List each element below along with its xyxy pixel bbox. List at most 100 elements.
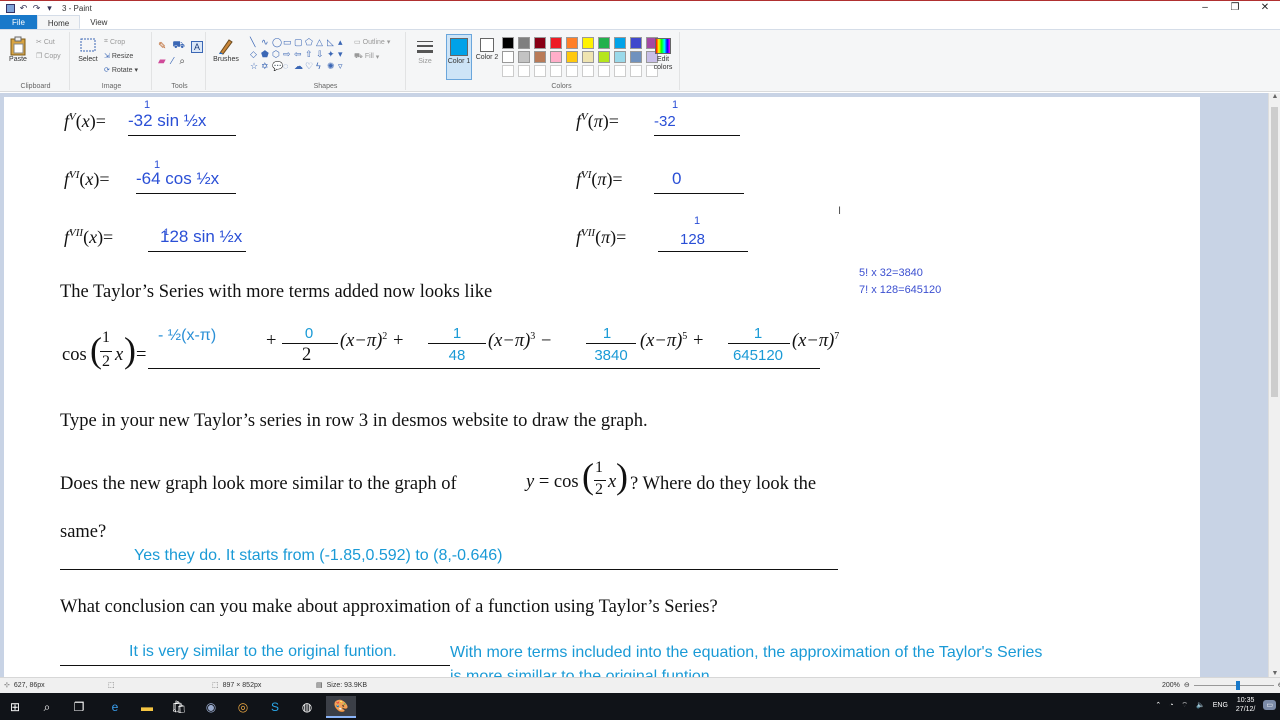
- oval-callout-shape-icon[interactable]: ◌: [283, 61, 293, 71]
- diamond-shape-icon[interactable]: ◇: [250, 49, 260, 59]
- copy-button[interactable]: ❐ Copy: [36, 52, 61, 61]
- hexagon-shape-icon[interactable]: ⬡: [272, 49, 282, 59]
- polygon-shape-icon[interactable]: ⬠: [305, 37, 315, 47]
- color-swatch[interactable]: [630, 51, 642, 63]
- tray-chevron-icon[interactable]: ⌃: [1155, 701, 1161, 709]
- right-triangle-shape-icon[interactable]: ◺: [327, 37, 337, 47]
- four-point-star-shape-icon[interactable]: ✦: [327, 49, 337, 59]
- color-swatch[interactable]: [614, 51, 626, 63]
- custom-color-slot[interactable]: [534, 65, 546, 77]
- line-shape-icon[interactable]: ╲: [250, 37, 260, 47]
- scroll-up-icon[interactable]: ▴: [338, 37, 348, 47]
- magnifier-icon[interactable]: ⌕: [179, 56, 185, 67]
- color-swatch[interactable]: [534, 37, 546, 49]
- file-explorer-icon[interactable]: ▬: [132, 696, 162, 718]
- color-swatch[interactable]: [502, 37, 514, 49]
- fill-dropdown[interactable]: ⛟ Fill ▾: [354, 52, 379, 61]
- rectangle-shape-icon[interactable]: ▭: [283, 37, 293, 47]
- color-swatch[interactable]: [534, 51, 546, 63]
- star-burst-shape-icon[interactable]: ✺: [327, 61, 337, 71]
- skype-icon[interactable]: S: [260, 696, 290, 718]
- paste-button[interactable]: Paste: [6, 36, 30, 64]
- curve-shape-icon[interactable]: ∿: [261, 37, 271, 47]
- pencil-icon[interactable]: ✎: [158, 41, 166, 52]
- vertical-scrollbar[interactable]: ▲ ▼: [1268, 93, 1280, 677]
- cut-button[interactable]: ✂ Cut: [36, 38, 55, 47]
- up-arrow-shape-icon[interactable]: ⇧: [305, 49, 315, 59]
- scroll-down-icon[interactable]: ▾: [338, 49, 348, 59]
- lightning-shape-icon[interactable]: ϟ: [316, 61, 326, 71]
- task-view-icon[interactable]: ❐: [64, 696, 94, 718]
- zoom-slider-thumb[interactable]: [1235, 680, 1240, 690]
- outline-dropdown[interactable]: ▭ Outline ▾: [354, 38, 390, 47]
- network-icon[interactable]: ◔: [1169, 702, 1173, 709]
- scrollbar-thumb[interactable]: [1271, 107, 1278, 397]
- windows-start-icon[interactable]: ⊞: [0, 696, 30, 718]
- crop-button[interactable]: ⌗ Crop: [104, 38, 125, 46]
- minimize-button[interactable]: –: [1190, 1, 1220, 15]
- save-icon[interactable]: [6, 3, 15, 13]
- edit-colors-button[interactable]: Edit colors: [649, 38, 677, 72]
- close-button[interactable]: ✕: [1250, 1, 1280, 15]
- color-swatch[interactable]: [518, 37, 530, 49]
- color-swatch[interactable]: [582, 37, 594, 49]
- redo-icon[interactable]: ↷: [32, 3, 41, 13]
- scroll-down-icon[interactable]: ▼: [1269, 670, 1280, 677]
- brushes-button[interactable]: Brushes: [212, 36, 240, 64]
- color-swatch[interactable]: [550, 37, 562, 49]
- paint-taskbar-icon[interactable]: 🎨: [326, 696, 356, 718]
- size-button[interactable]: Size: [411, 38, 439, 66]
- five-point-star-shape-icon[interactable]: ☆: [250, 61, 260, 71]
- fill-bucket-icon[interactable]: ⛟: [172, 40, 185, 53]
- custom-color-slot[interactable]: [502, 65, 514, 77]
- app-icon[interactable]: ◍: [292, 696, 322, 718]
- custom-color-slot[interactable]: [614, 65, 626, 77]
- search-icon[interactable]: ⌕: [32, 696, 62, 718]
- heart-shape-icon[interactable]: ♡: [305, 61, 315, 71]
- eraser-icon[interactable]: ▰: [158, 56, 166, 67]
- custom-color-slot[interactable]: [582, 65, 594, 77]
- color-swatch[interactable]: [566, 37, 578, 49]
- volume-icon[interactable]: 🔈: [1196, 701, 1205, 709]
- shapes-gallery[interactable]: ╲ ∿ ◯ ▭ ▢ ⬠ △ ◺ ▴ ◇ ⬟ ⬡ ⇨ ⇦ ⇧ ⇩ ✦ ▾ ☆ ✡ 💬 ◌ ☁ ♡ ϟ ✺ ▿: [250, 37, 348, 71]
- triangle-shape-icon[interactable]: △: [316, 37, 326, 47]
- six-point-star-shape-icon[interactable]: ✡: [261, 61, 271, 71]
- chrome-icon[interactable]: ◎: [228, 696, 258, 718]
- custom-color-slot[interactable]: [598, 65, 610, 77]
- clock[interactable]: 10:35 27/12/: [1236, 696, 1255, 714]
- color-swatch[interactable]: [502, 51, 514, 63]
- down-arrow-shape-icon[interactable]: ⇩: [316, 49, 326, 59]
- rounded-callout-shape-icon[interactable]: 💬: [272, 61, 283, 71]
- drawing-canvas[interactable]: fV(x)= 1 -32 sin ½x fV(π)= 1 -32 fVI(x)=…: [4, 97, 1200, 677]
- notifications-icon[interactable]: ▭: [1263, 700, 1276, 710]
- zoom-slider[interactable]: [1193, 680, 1274, 690]
- custom-color-slot[interactable]: [630, 65, 642, 77]
- cloud-callout-shape-icon[interactable]: ☁: [294, 61, 304, 71]
- color-swatch[interactable]: [598, 37, 610, 49]
- color-swatch[interactable]: [598, 51, 610, 63]
- color-swatch[interactable]: [550, 51, 562, 63]
- customize-dropdown-icon[interactable]: ▾: [45, 3, 54, 13]
- maximize-button[interactable]: ❐: [1220, 1, 1250, 15]
- left-arrow-shape-icon[interactable]: ⇦: [294, 49, 304, 59]
- language-indicator[interactable]: ENG: [1213, 702, 1228, 709]
- right-arrow-shape-icon[interactable]: ⇨: [283, 49, 293, 59]
- color-swatch[interactable]: [614, 37, 626, 49]
- select-button[interactable]: Select: [76, 36, 100, 64]
- color-swatch[interactable]: [630, 37, 642, 49]
- scroll-up-icon[interactable]: ▲: [1269, 93, 1280, 100]
- zoom-out-button[interactable]: ⊖: [1184, 681, 1190, 689]
- tab-view[interactable]: View: [80, 15, 117, 29]
- color-swatch[interactable]: [582, 51, 594, 63]
- color-swatch[interactable]: [566, 51, 578, 63]
- steam-icon[interactable]: ◉: [196, 696, 226, 718]
- undo-icon[interactable]: ↶: [19, 3, 28, 13]
- custom-color-slot[interactable]: [518, 65, 530, 77]
- store-icon[interactable]: 🛍: [164, 696, 194, 718]
- pentagon-shape-icon[interactable]: ⬟: [261, 49, 271, 59]
- color2-button[interactable]: Color 2: [475, 38, 499, 62]
- color-palette[interactable]: [502, 37, 660, 77]
- text-icon[interactable]: A: [190, 40, 203, 53]
- gallery-expand-icon[interactable]: ▿: [338, 61, 348, 71]
- custom-color-slot[interactable]: [566, 65, 578, 77]
